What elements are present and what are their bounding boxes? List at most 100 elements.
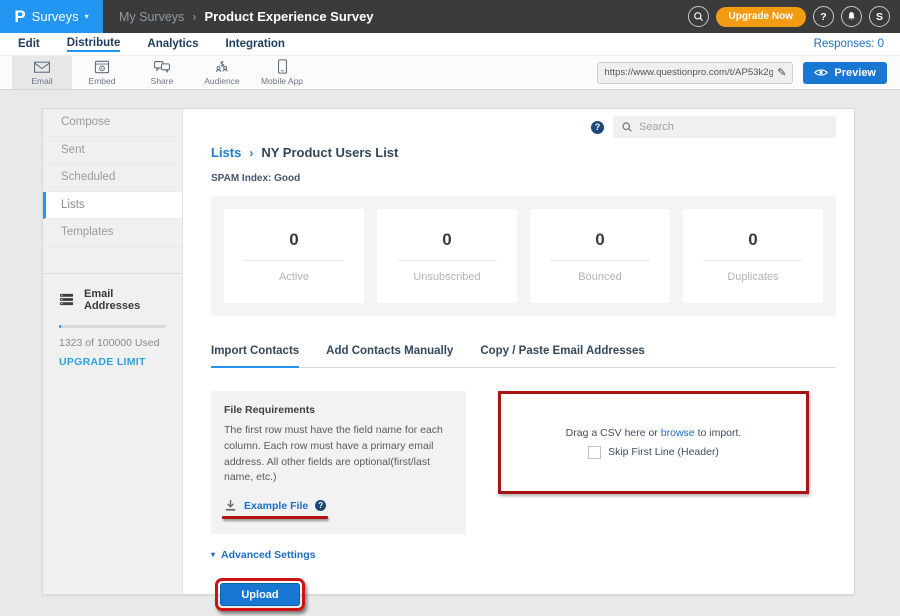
- search-button[interactable]: [688, 6, 709, 27]
- share-icon: [153, 60, 171, 74]
- import-contacts-pane: File Requirements The first row must hav…: [211, 391, 836, 534]
- stat-card-bounced: 0 Bounced: [530, 209, 670, 303]
- search-icon: [621, 121, 633, 133]
- list-breadcrumb-parent[interactable]: Lists: [211, 145, 241, 160]
- channel-mobile-app-label: Mobile App: [261, 76, 303, 86]
- channel-share[interactable]: Share: [132, 56, 192, 89]
- upgrade-now-button[interactable]: Upgrade Now: [716, 7, 806, 27]
- stat-divider: [703, 260, 804, 261]
- channel-mobile-app[interactable]: Mobile App: [252, 56, 312, 89]
- dropzone-text: Drag a CSV here or browse to import.: [566, 427, 742, 439]
- list-breadcrumb: Lists › NY Product Users List: [211, 145, 836, 160]
- stat-value: 0: [595, 230, 604, 250]
- nav-item-integration[interactable]: Integration: [226, 38, 285, 51]
- search-icon: [693, 11, 704, 22]
- nav-item-edit[interactable]: Edit: [18, 38, 40, 51]
- search-input[interactable]: [639, 121, 828, 133]
- preview-button[interactable]: Preview: [803, 62, 887, 84]
- email-usage-bar: [59, 325, 166, 328]
- example-file-link[interactable]: Example File ?: [224, 499, 326, 519]
- email-sidebar: Compose Sent Scheduled Lists Templates E…: [43, 109, 183, 594]
- email-icon: [33, 60, 51, 74]
- audience-icon: [213, 60, 231, 74]
- stat-value: 0: [442, 230, 451, 250]
- download-icon: [224, 499, 237, 512]
- example-file-label: Example File: [244, 500, 308, 512]
- sidebar-item-compose[interactable]: Compose: [43, 109, 182, 137]
- search-row: ?: [211, 116, 836, 138]
- channel-audience[interactable]: Audience: [192, 56, 252, 89]
- edit-url-icon[interactable]: ✎: [777, 66, 786, 79]
- file-requirements-box: File Requirements The first row must hav…: [211, 391, 466, 534]
- stat-divider: [550, 260, 651, 261]
- preview-label: Preview: [834, 67, 876, 79]
- search-box: [613, 116, 836, 138]
- sidebar-item-scheduled[interactable]: Scheduled: [43, 164, 182, 192]
- stat-label: Duplicates: [727, 271, 778, 283]
- bell-icon: [846, 11, 857, 22]
- toolbar-right: ✎ Preview: [597, 56, 900, 89]
- stat-value: 0: [748, 230, 757, 250]
- tab-add-contacts-manually[interactable]: Add Contacts Manually: [326, 345, 453, 367]
- contacts-tabs: Import Contacts Add Contacts Manually Co…: [211, 345, 836, 368]
- file-requirements-title: File Requirements: [224, 404, 453, 416]
- annotation-underline: [222, 516, 328, 519]
- sidebar-item-lists[interactable]: Lists: [43, 192, 182, 220]
- sidebar-item-sent[interactable]: Sent: [43, 137, 182, 165]
- example-file-help-icon[interactable]: ?: [315, 500, 326, 511]
- annotation-box: Upload: [215, 578, 305, 611]
- survey-url-input[interactable]: [604, 67, 773, 78]
- distribute-toolbar: Email Embed Share Audience Mobile App ✎: [0, 55, 900, 90]
- nav-item-analytics[interactable]: Analytics: [147, 38, 198, 51]
- mobile-phone-icon: [277, 59, 288, 74]
- help-button[interactable]: ?: [813, 6, 834, 27]
- upload-button[interactable]: Upload: [220, 583, 300, 606]
- channel-embed[interactable]: Embed: [72, 56, 132, 89]
- list-detail: ? Lists › NY Product Users List SPAM Ind…: [183, 109, 854, 594]
- stat-label: Unsubscribed: [413, 271, 480, 283]
- breadcrumb-parent[interactable]: My Surveys: [119, 10, 184, 24]
- breadcrumb-current: Product Experience Survey: [204, 9, 373, 24]
- lists-panel: Compose Sent Scheduled Lists Templates E…: [42, 108, 855, 595]
- nav-item-distribute[interactable]: Distribute: [67, 37, 121, 52]
- stat-card-duplicates: 0 Duplicates: [683, 209, 823, 303]
- sidebar-divider: [43, 247, 182, 274]
- stat-card-active: 0 Active: [224, 209, 364, 303]
- channel-email-label: Email: [31, 76, 52, 86]
- spam-index: SPAM Index: Good: [211, 173, 836, 184]
- list-stats: 0 Active 0 Unsubscribed 0 Bounced 0 Dupl…: [211, 196, 836, 316]
- stat-card-unsubscribed: 0 Unsubscribed: [377, 209, 517, 303]
- csv-dropzone[interactable]: Drag a CSV here or browse to import. Ski…: [498, 391, 809, 494]
- skip-first-line-row: Skip First Line (Header): [588, 446, 719, 459]
- stat-label: Active: [279, 271, 309, 283]
- sidebar-item-templates[interactable]: Templates: [43, 219, 182, 247]
- breadcrumb-separator-icon: ›: [249, 146, 253, 160]
- file-requirements-body: The first row must have the field name f…: [224, 423, 453, 486]
- email-usage-text: 1323 of 100000 Used: [59, 337, 166, 349]
- questionpro-logo: P: [14, 7, 25, 27]
- list-icon: [59, 293, 74, 306]
- list-breadcrumb-current: NY Product Users List: [261, 145, 398, 160]
- upgrade-limit-link[interactable]: UPGRADE LIMIT: [59, 356, 166, 368]
- skip-first-line-checkbox[interactable]: [588, 446, 601, 459]
- dropzone-text-after: to import.: [695, 427, 742, 439]
- channel-audience-label: Audience: [204, 76, 239, 86]
- breadcrumb: My Surveys › Product Experience Survey: [119, 9, 374, 24]
- browse-link[interactable]: browse: [661, 427, 695, 439]
- avatar[interactable]: S: [869, 6, 890, 27]
- email-usage-fill: [59, 325, 61, 328]
- channel-email[interactable]: Email: [12, 56, 72, 89]
- email-addresses-section: Email Addresses 1323 of 100000 Used UPGR…: [43, 274, 182, 382]
- eye-icon: [814, 68, 828, 77]
- advanced-settings-toggle[interactable]: ▾ Advanced Settings: [211, 549, 316, 561]
- product-label: Surveys: [32, 9, 79, 24]
- responses-count[interactable]: Responses: 0: [814, 38, 900, 50]
- tab-copy-paste-email-addresses[interactable]: Copy / Paste Email Addresses: [480, 345, 644, 367]
- product-switcher[interactable]: P Surveys ▾: [0, 0, 103, 33]
- embed-icon: [93, 60, 111, 74]
- skip-first-line-label: Skip First Line (Header): [608, 446, 719, 458]
- help-icon[interactable]: ?: [591, 121, 604, 134]
- notifications-button[interactable]: [841, 6, 862, 27]
- survey-nav: Edit Distribute Analytics Integration Re…: [0, 33, 900, 55]
- tab-import-contacts[interactable]: Import Contacts: [211, 345, 299, 368]
